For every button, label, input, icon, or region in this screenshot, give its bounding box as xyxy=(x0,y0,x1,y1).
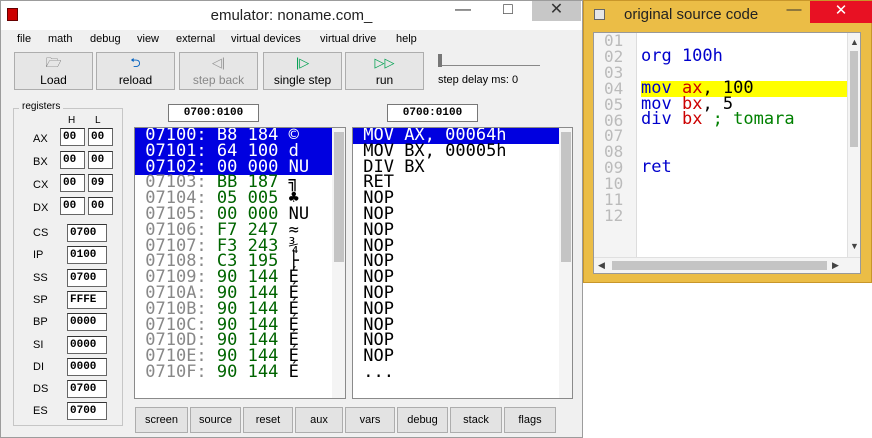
register-label: CS xyxy=(33,227,49,239)
register-label: BX xyxy=(33,156,48,168)
source-close-button[interactable]: ✕ xyxy=(810,1,872,23)
scroll-right-arrow-icon[interactable]: ▶ xyxy=(832,260,839,271)
code-line[interactable] xyxy=(641,192,847,208)
register-low-field[interactable]: 09 xyxy=(88,174,113,192)
menu-help[interactable]: help xyxy=(396,33,417,45)
code-line[interactable] xyxy=(641,144,847,160)
code-line[interactable] xyxy=(641,128,847,144)
close-button[interactable]: ✕ xyxy=(532,1,581,21)
register-label: SP xyxy=(33,293,48,306)
disasm-row[interactable]: ... xyxy=(353,363,572,381)
source-window-title[interactable]: original source code xyxy=(624,6,758,23)
aux-button[interactable]: aux xyxy=(295,407,343,433)
code-line[interactable] xyxy=(641,176,847,192)
register-field[interactable]: 0000 xyxy=(67,313,107,332)
memory-row[interactable]: 0710F: 90 144 É xyxy=(135,363,345,381)
menu-debug[interactable]: debug xyxy=(90,33,121,45)
register-label: BP xyxy=(33,316,48,329)
single-step-icon: |▷ xyxy=(295,55,310,70)
run-icon: ▷▷ xyxy=(374,55,395,70)
menu-view[interactable]: view xyxy=(137,33,159,45)
disasm-address-input[interactable]: 0700:0100 xyxy=(387,104,478,122)
menu-virtual-drive[interactable]: virtual drive xyxy=(320,33,376,45)
menu-virtual-devices[interactable]: virtual devices xyxy=(231,33,301,45)
scroll-down-arrow-icon[interactable]: ▼ xyxy=(850,241,859,251)
register-field[interactable]: 0000 xyxy=(67,335,107,354)
high-byte-label: H xyxy=(68,115,76,126)
register-low-field[interactable]: 00 xyxy=(88,151,113,169)
register-low-field[interactable]: 00 xyxy=(88,197,113,215)
source-editor[interactable]: 01 02 03 04 05 06 07 08 09 10 11 12 org 100h mov ax,… xyxy=(593,32,861,274)
step-back-button[interactable]: ◁| step back xyxy=(179,52,258,90)
debug-button[interactable]: debug xyxy=(397,407,448,433)
menu-bar: file math debug view external virtual de… xyxy=(1,31,582,49)
load-button[interactable]: 🗁 Load xyxy=(14,52,93,90)
low-byte-label: L xyxy=(95,115,101,126)
single-step-button[interactable]: |▷ single step xyxy=(263,52,342,90)
source-button[interactable]: source xyxy=(190,407,241,433)
line-number-gutter: 01 02 03 04 05 06 07 08 09 10 11 12 xyxy=(594,33,637,257)
register-high-field[interactable]: 00 xyxy=(60,151,85,169)
register-low-field[interactable]: 00 xyxy=(88,128,113,146)
disassembly-list[interactable]: MOV AX, 00064h MOV BX, 00005h DIV BX RET… xyxy=(352,127,573,399)
line-number: 12 xyxy=(604,205,624,225)
source-minimize-button[interactable]: — xyxy=(780,1,808,23)
scroll-left-arrow-icon[interactable]: ◀ xyxy=(598,260,605,271)
register-label: DS xyxy=(33,383,49,396)
code-line[interactable] xyxy=(641,208,847,224)
flags-button[interactable]: flags xyxy=(504,407,556,433)
register-field[interactable]: FFFE xyxy=(67,290,107,309)
register-label: CX xyxy=(33,179,49,191)
register-label: DI xyxy=(33,360,44,373)
register-field[interactable]: 0000 xyxy=(67,357,107,376)
source-code-window: original source code — ✕ 01 02 03 04 05 06 07 0… xyxy=(583,0,872,283)
register-high-field[interactable]: 00 xyxy=(60,128,85,146)
step-delay-label: step delay ms: 0 xyxy=(438,74,519,86)
maximize-button[interactable]: □ xyxy=(486,1,530,21)
stack-button[interactable]: stack xyxy=(450,407,502,433)
step-delay-slider[interactable] xyxy=(438,54,540,67)
register-label: SS xyxy=(33,271,48,284)
menu-file[interactable]: file xyxy=(17,33,31,45)
scroll-up-arrow-icon[interactable]: ▲ xyxy=(850,37,859,47)
register-high-field[interactable]: 00 xyxy=(60,174,85,192)
code-line[interactable]: ret xyxy=(641,159,847,176)
memory-address-input[interactable]: 0700:0100 xyxy=(168,104,259,122)
editor-vertical-scrollbar[interactable]: ▲ ▼ xyxy=(847,33,860,257)
register-field[interactable]: 0700 xyxy=(67,380,107,399)
vars-button[interactable]: vars xyxy=(345,407,395,433)
register-high-field[interactable]: 00 xyxy=(60,197,85,215)
register-label: IP xyxy=(33,249,44,262)
code-line[interactable]: div bx ; tomara xyxy=(641,111,847,128)
reload-icon: ⮌ xyxy=(130,55,141,70)
register-label: SI xyxy=(33,338,44,351)
memory-list[interactable]: 07100: B8 184 © 07101: 64 100 d 07102: 0… xyxy=(134,127,346,399)
register-field[interactable]: 0700 xyxy=(67,402,107,421)
register-field[interactable]: 0100 xyxy=(67,246,107,265)
register-label: AX xyxy=(33,133,48,145)
menu-external[interactable]: external xyxy=(176,33,215,45)
source-window-icon xyxy=(594,9,605,20)
code-area[interactable]: org 100h mov ax, 100 mov bx, 5 div bx ; tom… xyxy=(641,33,847,257)
slider-thumb[interactable] xyxy=(438,54,442,67)
memory-scrollbar[interactable] xyxy=(332,128,345,398)
reload-button[interactable]: ⮌ reload xyxy=(96,52,175,90)
registers-title: registers xyxy=(19,101,64,112)
register-label: DX xyxy=(33,202,49,214)
editor-horizontal-scrollbar[interactable]: ◀ ▶ xyxy=(594,257,860,273)
code-line[interactable]: org 100h xyxy=(641,47,847,65)
register-field[interactable]: 0700 xyxy=(67,224,107,242)
step-back-icon: ◁| xyxy=(211,55,226,70)
register-field[interactable]: 0700 xyxy=(67,268,107,287)
disasm-scrollbar[interactable] xyxy=(559,128,572,398)
register-label: ES xyxy=(33,405,48,418)
folder-icon: 🗁 xyxy=(45,55,62,70)
run-button[interactable]: ▷▷ run xyxy=(345,52,424,90)
screen-button[interactable]: screen xyxy=(135,407,188,433)
reset-button[interactable]: reset xyxy=(243,407,293,433)
minimize-button[interactable]: — xyxy=(441,1,485,21)
title-bar[interactable]: emulator: noname.com_ — □ ✕ xyxy=(1,1,582,30)
menu-math[interactable]: math xyxy=(48,33,72,45)
emulator-window: emulator: noname.com_ — □ ✕ file math de… xyxy=(0,0,583,438)
